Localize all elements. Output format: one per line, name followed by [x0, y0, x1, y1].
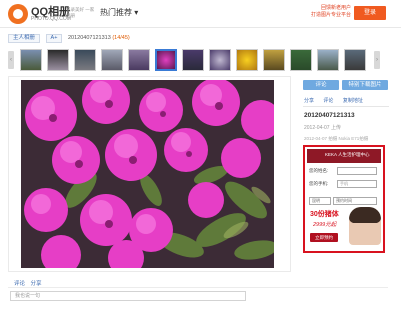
comment-button[interactable]: 评论 [303, 80, 339, 90]
hot-menu[interactable]: 热门推荐 ▾ [100, 7, 138, 18]
ad-phone-input[interactable]: 手机 [337, 180, 377, 188]
ad-offer: 30份猪体 [310, 211, 339, 218]
thumbnail[interactable] [128, 49, 150, 71]
hot-menu-label: 热门推荐 [100, 8, 132, 17]
model-photo [349, 207, 381, 245]
thumbnail[interactable] [263, 49, 285, 71]
thumbnail[interactable] [47, 49, 69, 71]
thumbnail[interactable] [317, 49, 339, 71]
comment-link[interactable]: 评论 [323, 98, 333, 104]
advertisement[interactable]: KEKA 人生活护理中心 您的姓名: 您的手机: 手机 昆明 预约时间 30份猪… [303, 145, 385, 253]
breadcrumb-user[interactable]: 主人相册 [8, 34, 41, 43]
share-link[interactable]: 分享 [304, 98, 314, 104]
qq-logo-icon[interactable] [8, 4, 28, 24]
thumbnail-strip: ‹ › [8, 48, 382, 74]
thumbnail[interactable] [101, 49, 123, 71]
ad-city-select[interactable]: 昆明 [309, 197, 331, 205]
photo-id: 20120407121313 [67, 35, 111, 41]
ad-header: KEKA 人生活护理中心 [307, 149, 381, 163]
thumbnail-selected[interactable] [155, 49, 177, 71]
thumbnail[interactable] [182, 49, 204, 71]
divider [303, 106, 389, 107]
thumbnail[interactable] [290, 49, 312, 71]
ad-brand: KEKA 人生活护理中心 [325, 152, 370, 157]
divider [8, 287, 388, 288]
copy-address-link[interactable]: 复制地址 [343, 98, 363, 104]
promo-text: 回馈新老用户 打造图片专业平台 [310, 5, 351, 18]
download-button[interactable]: 特别下载图片 [342, 80, 388, 90]
ad-time-select[interactable]: 预约时间 [333, 197, 377, 205]
chevron-left-icon[interactable]: ‹ [8, 51, 14, 69]
comment-links: 评论 分享 [14, 279, 46, 287]
ad-price: 2999元起 [313, 222, 337, 228]
main-photo[interactable] [21, 80, 274, 268]
upload-date: 2012-04-07 上传 [304, 125, 341, 131]
info-links: 分享 评论 复制地址 [304, 97, 371, 104]
photo-count: (14/45) [112, 35, 130, 41]
thumbnail[interactable] [20, 49, 42, 71]
thumbnail[interactable] [344, 49, 366, 71]
slogan: 记录美好 一家相册 [66, 7, 95, 18]
breadcrumb: 主人相册 A+ 20120407121313 (14/45) [8, 34, 130, 44]
thumbnail[interactable] [74, 49, 96, 71]
azalea-image [21, 80, 274, 268]
thumbnail[interactable] [236, 49, 258, 71]
comment-input[interactable]: 我也说一句 [10, 291, 246, 301]
breadcrumb-album[interactable]: A+ [45, 34, 63, 43]
top-header: QQ相册 PHOTO.QQ.COM 记录美好 一家相册 热门推荐 ▾ 回馈新老用… [0, 0, 401, 28]
chevron-right-icon[interactable]: › [374, 51, 380, 69]
chevron-down-icon: ▾ [134, 8, 139, 17]
ad-name-input[interactable] [337, 167, 377, 175]
ad-phone-label: 您的手机: [309, 181, 329, 186]
ad-book-button[interactable]: 立即预约 [310, 233, 338, 242]
thumbnail[interactable] [209, 49, 231, 71]
logo-sub: PHOTO.QQ.COM [31, 16, 71, 22]
breadcrumb-photo: 20120407121313 (14/45) [68, 34, 130, 43]
ad-name-label: 您的姓名: [309, 168, 329, 173]
photo-meta: 2012-04-07 拍摄 Nokia E71拍摄 [304, 136, 369, 141]
login-button[interactable]: 登录 [354, 6, 386, 20]
photo-title: 20120407121313 [304, 112, 355, 119]
